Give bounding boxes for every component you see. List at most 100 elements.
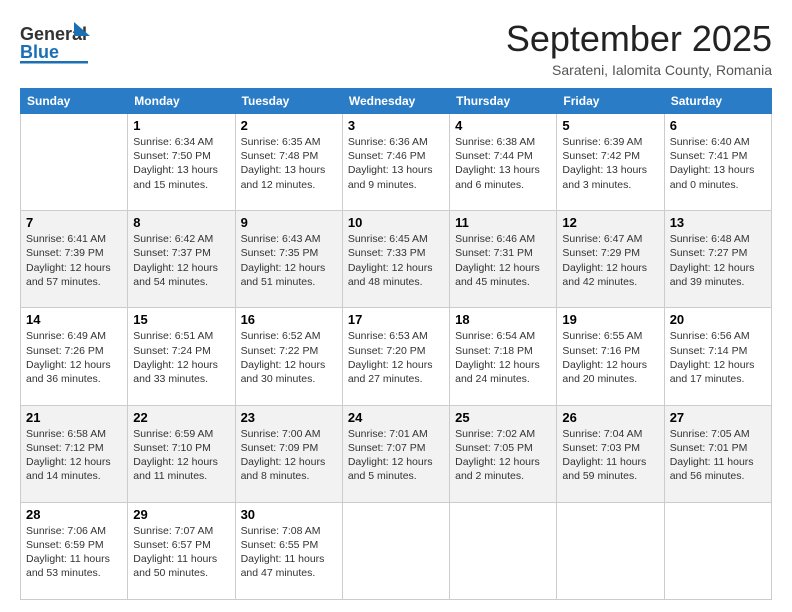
day-number: 21 [26, 410, 122, 425]
day-number: 17 [348, 312, 444, 327]
day-number: 29 [133, 507, 229, 522]
col-saturday: Saturday [664, 89, 771, 114]
day-number: 6 [670, 118, 766, 133]
calendar-cell: 24Sunrise: 7:01 AMSunset: 7:07 PMDayligh… [342, 405, 449, 502]
day-number: 9 [241, 215, 337, 230]
day-info: Sunrise: 6:46 AMSunset: 7:31 PMDaylight:… [455, 232, 551, 289]
calendar-cell: 8 Sunrise: 6:42 AMSunset: 7:37 PMDaylight… [128, 211, 235, 308]
day-info: Sunrise: 6:39 AMSunset: 7:42 PMDaylight:… [562, 135, 658, 192]
day-info: Sunrise: 6:59 AMSunset: 7:10 PMDaylight:… [133, 427, 229, 484]
calendar-cell: 16 Sunrise: 6:52 AMSunset: 7:22 PMDayligh… [235, 308, 342, 405]
day-info: Sunrise: 6:55 AMSunset: 7:16 PMDaylight:… [562, 329, 658, 386]
calendar-cell: 2 Sunrise: 6:35 AMSunset: 7:48 PMDaylight… [235, 114, 342, 211]
calendar-cell: 7 Sunrise: 6:41 AMSunset: 7:39 PMDaylight… [21, 211, 128, 308]
days-header-row: Sunday Monday Tuesday Wednesday Thursday… [21, 89, 772, 114]
day-number: 10 [348, 215, 444, 230]
calendar-cell: 25 Sunrise: 7:02 AMSunset: 7:05 PMDayligh… [450, 405, 557, 502]
week-row-3: 14 Sunrise: 6:49 AMSunset: 7:26 PMDayligh… [21, 308, 772, 405]
day-info: Sunrise: 6:54 AMSunset: 7:18 PMDaylight:… [455, 329, 551, 386]
day-number: 25 [455, 410, 551, 425]
day-info: Sunrise: 6:38 AMSunset: 7:44 PMDaylight:… [455, 135, 551, 192]
week-row-5: 28Sunrise: 7:06 AMSunset: 6:59 PMDayligh… [21, 502, 772, 599]
calendar-cell: 4 Sunrise: 6:38 AMSunset: 7:44 PMDaylight… [450, 114, 557, 211]
day-number: 11 [455, 215, 551, 230]
day-info: Sunrise: 6:45 AMSunset: 7:33 PMDaylight:… [348, 232, 444, 289]
calendar-cell: 30 Sunrise: 7:08 AMSunset: 6:55 PMDayligh… [235, 502, 342, 599]
calendar-cell: 26 Sunrise: 7:04 AMSunset: 7:03 PMDayligh… [557, 405, 664, 502]
day-number: 1 [133, 118, 229, 133]
day-info: Sunrise: 7:05 AMSunset: 7:01 PMDaylight:… [670, 427, 766, 484]
day-info: Sunrise: 6:47 AMSunset: 7:29 PMDaylight:… [562, 232, 658, 289]
calendar-cell: 10 Sunrise: 6:45 AMSunset: 7:33 PMDayligh… [342, 211, 449, 308]
day-info: Sunrise: 6:52 AMSunset: 7:22 PMDaylight:… [241, 329, 337, 386]
location: Sarateni, Ialomita County, Romania [506, 62, 772, 78]
page: General Blue September 2025 Sarateni, Ia… [0, 0, 792, 612]
col-friday: Friday [557, 89, 664, 114]
day-info: Sunrise: 6:49 AMSunset: 7:26 PMDaylight:… [26, 329, 122, 386]
day-number: 4 [455, 118, 551, 133]
day-number: 19 [562, 312, 658, 327]
calendar-cell: 29Sunrise: 7:07 AMSunset: 6:57 PMDayligh… [128, 502, 235, 599]
calendar-table: Sunday Monday Tuesday Wednesday Thursday… [20, 88, 772, 600]
day-number: 8 [133, 215, 229, 230]
day-info: Sunrise: 6:56 AMSunset: 7:14 PMDaylight:… [670, 329, 766, 386]
day-info: Sunrise: 6:36 AMSunset: 7:46 PMDaylight:… [348, 135, 444, 192]
col-sunday: Sunday [21, 89, 128, 114]
day-info: Sunrise: 7:02 AMSunset: 7:05 PMDaylight:… [455, 427, 551, 484]
day-number: 22 [133, 410, 229, 425]
calendar-cell [450, 502, 557, 599]
calendar-cell: 19 Sunrise: 6:55 AMSunset: 7:16 PMDayligh… [557, 308, 664, 405]
calendar-cell: 21 Sunrise: 6:58 AMSunset: 7:12 PMDayligh… [21, 405, 128, 502]
col-wednesday: Wednesday [342, 89, 449, 114]
day-number: 26 [562, 410, 658, 425]
day-number: 12 [562, 215, 658, 230]
day-info: Sunrise: 6:42 AMSunset: 7:37 PMDaylight:… [133, 232, 229, 289]
calendar-cell [21, 114, 128, 211]
day-number: 5 [562, 118, 658, 133]
day-info: Sunrise: 6:51 AMSunset: 7:24 PMDaylight:… [133, 329, 229, 386]
calendar-cell: 27Sunrise: 7:05 AMSunset: 7:01 PMDayligh… [664, 405, 771, 502]
calendar-cell: 12 Sunrise: 6:47 AMSunset: 7:29 PMDayligh… [557, 211, 664, 308]
day-number: 14 [26, 312, 122, 327]
week-row-4: 21 Sunrise: 6:58 AMSunset: 7:12 PMDayligh… [21, 405, 772, 502]
calendar-cell: 11 Sunrise: 6:46 AMSunset: 7:31 PMDayligh… [450, 211, 557, 308]
calendar-body: 1 Sunrise: 6:34 AMSunset: 7:50 PMDaylight… [21, 114, 772, 600]
day-info: Sunrise: 7:08 AMSunset: 6:55 PMDaylight:… [241, 524, 337, 581]
calendar-cell: 5 Sunrise: 6:39 AMSunset: 7:42 PMDaylight… [557, 114, 664, 211]
calendar-cell [664, 502, 771, 599]
day-info: Sunrise: 6:35 AMSunset: 7:48 PMDaylight:… [241, 135, 337, 192]
day-number: 20 [670, 312, 766, 327]
col-tuesday: Tuesday [235, 89, 342, 114]
col-thursday: Thursday [450, 89, 557, 114]
col-monday: Monday [128, 89, 235, 114]
day-number: 28 [26, 507, 122, 522]
logo-svg: General Blue [20, 18, 90, 66]
calendar-cell: 20 Sunrise: 6:56 AMSunset: 7:14 PMDayligh… [664, 308, 771, 405]
day-info: Sunrise: 6:43 AMSunset: 7:35 PMDaylight:… [241, 232, 337, 289]
day-number: 24 [348, 410, 444, 425]
calendar-cell: 28Sunrise: 7:06 AMSunset: 6:59 PMDayligh… [21, 502, 128, 599]
day-info: Sunrise: 6:34 AMSunset: 7:50 PMDaylight:… [133, 135, 229, 192]
day-info: Sunrise: 6:41 AMSunset: 7:39 PMDaylight:… [26, 232, 122, 289]
logo: General Blue [20, 18, 90, 71]
day-info: Sunrise: 7:04 AMSunset: 7:03 PMDaylight:… [562, 427, 658, 484]
day-info: Sunrise: 6:58 AMSunset: 7:12 PMDaylight:… [26, 427, 122, 484]
day-number: 18 [455, 312, 551, 327]
calendar-cell [342, 502, 449, 599]
calendar-cell: 17Sunrise: 6:53 AMSunset: 7:20 PMDayligh… [342, 308, 449, 405]
day-number: 16 [241, 312, 337, 327]
title-block: September 2025 Sarateni, Ialomita County… [506, 18, 772, 78]
calendar-cell: 9 Sunrise: 6:43 AMSunset: 7:35 PMDaylight… [235, 211, 342, 308]
calendar-cell [557, 502, 664, 599]
calendar-cell: 18 Sunrise: 6:54 AMSunset: 7:18 PMDayligh… [450, 308, 557, 405]
calendar-cell: 3Sunrise: 6:36 AMSunset: 7:46 PMDaylight… [342, 114, 449, 211]
calendar-cell: 13Sunrise: 6:48 AMSunset: 7:27 PMDayligh… [664, 211, 771, 308]
calendar-cell: 15Sunrise: 6:51 AMSunset: 7:24 PMDayligh… [128, 308, 235, 405]
header: General Blue September 2025 Sarateni, Ia… [20, 18, 772, 78]
calendar-cell: 23Sunrise: 7:00 AMSunset: 7:09 PMDayligh… [235, 405, 342, 502]
calendar-cell: 14 Sunrise: 6:49 AMSunset: 7:26 PMDayligh… [21, 308, 128, 405]
day-number: 2 [241, 118, 337, 133]
day-number: 30 [241, 507, 337, 522]
day-number: 7 [26, 215, 122, 230]
svg-text:Blue: Blue [20, 42, 59, 62]
